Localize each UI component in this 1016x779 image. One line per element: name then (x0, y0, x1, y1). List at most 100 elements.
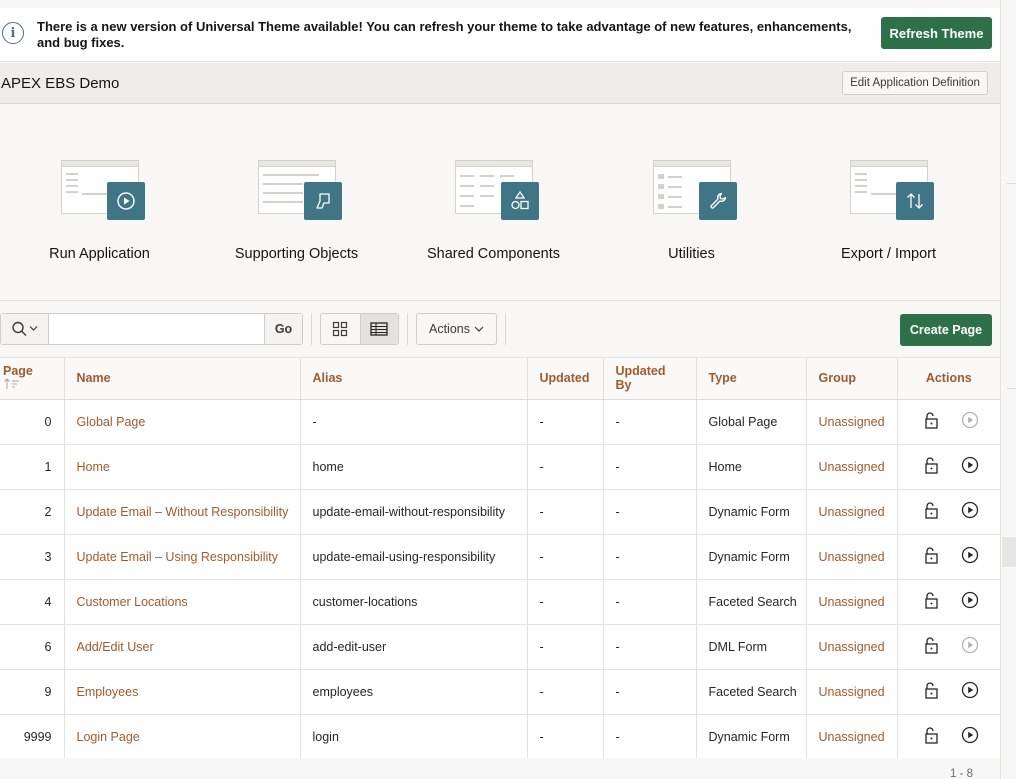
table-row: 3 Update Email – Using Responsibility upda… (0, 534, 1000, 580)
go-button[interactable]: Go (264, 314, 302, 344)
info-icon: i (2, 22, 24, 44)
cell-page: 9999 (0, 714, 65, 760)
toolbar-divider (505, 313, 506, 345)
group-link[interactable]: Unassigned (819, 595, 885, 609)
run-application-label: Run Application (49, 246, 150, 262)
group-link[interactable]: Unassigned (819, 460, 885, 474)
run-page-icon[interactable] (961, 726, 979, 747)
toolbar-divider (311, 313, 312, 345)
refresh-theme-button[interactable]: Refresh Theme (881, 17, 992, 49)
cell-group: Unassigned (806, 624, 898, 670)
unlock-icon[interactable] (922, 591, 940, 612)
cell-type: Dynamic Form (696, 534, 807, 580)
page-name-link[interactable]: Employees (77, 685, 139, 699)
cell-alias: add-edit-user (300, 624, 528, 670)
run-page-icon[interactable] (961, 681, 979, 702)
cell-type: Faceted Search (696, 669, 807, 715)
cell-actions (897, 489, 1000, 535)
cell-updated: - (527, 399, 604, 445)
unlock-icon[interactable] (922, 681, 940, 702)
column-header-updated-by[interactable]: Updated By (603, 358, 697, 400)
create-page-button[interactable]: Create Page (900, 314, 992, 346)
unlock-icon[interactable] (922, 501, 940, 522)
group-link[interactable]: Unassigned (819, 505, 885, 519)
cell-page: 3 (0, 534, 65, 580)
cell-group: Unassigned (806, 714, 898, 760)
page-name-link[interactable]: Update Email – Without Responsibility (77, 505, 289, 519)
cell-alias: update-email-using-responsibility (300, 534, 528, 580)
run-page-icon[interactable] (961, 546, 979, 567)
cell-actions (897, 714, 1000, 760)
group-link[interactable]: Unassigned (819, 415, 885, 429)
cell-name: Home (64, 444, 301, 490)
column-header-type[interactable]: Type (696, 358, 807, 400)
search-input[interactable] (50, 314, 264, 344)
cell-updated: - (527, 579, 604, 625)
cell-updated: - (527, 669, 604, 715)
app-actions-hero: Run Application Supporting Objects Share… (0, 104, 1000, 301)
page-title: APEX EBS Demo (1, 75, 120, 92)
group-link[interactable]: Unassigned (819, 685, 885, 699)
page-name-link[interactable]: Login Page (77, 730, 140, 744)
scroll-icon (304, 182, 342, 220)
actions-menu-button[interactable]: Actions (416, 313, 497, 345)
unlock-icon[interactable] (922, 636, 940, 657)
side-panel (1000, 0, 1016, 779)
page-name-link[interactable]: Customer Locations (77, 595, 188, 609)
unlock-icon[interactable] (922, 546, 940, 567)
cell-updated-by: - (603, 399, 697, 445)
page-name-link[interactable]: Add/Edit User (77, 640, 154, 654)
cell-page: 6 (0, 624, 65, 670)
cell-alias: - (300, 399, 528, 445)
table-row: 2 Update Email – Without Responsibility up… (0, 489, 1000, 535)
search-column-menu[interactable] (1, 314, 49, 344)
page-name-link[interactable]: Update Email – Using Responsibility (77, 550, 278, 564)
export-import-tile[interactable]: Export / Import (790, 104, 987, 301)
cell-actions (897, 444, 1000, 490)
table-row: 0 Global Page - - - Global Page Unassigned (0, 399, 1000, 445)
cell-type: Dynamic Form (696, 714, 807, 760)
column-header-group[interactable]: Group (806, 358, 898, 400)
shared-components-tile[interactable]: Shared Components (395, 104, 592, 301)
run-page-icon[interactable] (961, 591, 979, 612)
icon-view-button[interactable] (321, 314, 360, 344)
run-page-icon[interactable] (961, 456, 979, 477)
chevron-down-icon (474, 326, 484, 332)
group-link[interactable]: Unassigned (819, 550, 885, 564)
cell-updated-by: - (603, 534, 697, 580)
cell-updated: - (527, 444, 604, 490)
utilities-label: Utilities (668, 246, 715, 262)
report-toolbar: Go Actions Create Page (0, 301, 1000, 358)
cell-name: Update Email – Using Responsibility (64, 534, 301, 580)
page-name-link[interactable]: Home (77, 460, 110, 474)
supporting-objects-label: Supporting Objects (234, 246, 359, 262)
run-page-icon[interactable] (961, 501, 979, 522)
unlock-icon[interactable] (922, 411, 940, 432)
supporting-objects-tile[interactable]: Supporting Objects (198, 104, 395, 301)
toolbar-divider (407, 313, 408, 345)
cell-page: 4 (0, 579, 65, 625)
cell-group: Unassigned (806, 669, 898, 715)
unlock-icon[interactable] (922, 456, 940, 477)
unlock-icon[interactable] (922, 726, 940, 747)
pages-report-table: Page Name Alias Updated Updated By Type … (0, 358, 1000, 760)
group-link[interactable]: Unassigned (819, 730, 885, 744)
column-header-name[interactable]: Name (64, 358, 301, 400)
cell-type: Dynamic Form (696, 489, 807, 535)
table-row: 1 Home home - - Home Unassigned (0, 444, 1000, 490)
cell-name: Global Page (64, 399, 301, 445)
column-header-page[interactable]: Page (0, 358, 65, 400)
page-designer-app-home: i There is a new version of Universal Th… (0, 0, 1016, 779)
column-header-alias[interactable]: Alias (300, 358, 528, 400)
utilities-tile[interactable]: Utilities (593, 104, 790, 301)
edit-application-definition-button[interactable]: Edit Application Definition (842, 71, 988, 95)
column-header-actions: Actions (897, 358, 1000, 400)
report-view-button[interactable] (359, 314, 398, 344)
cell-name: Add/Edit User (64, 624, 301, 670)
table-row: 9999 Login Page login - - Dynamic Form Unassig… (0, 714, 1000, 760)
group-link[interactable]: Unassigned (819, 640, 885, 654)
page-name-link[interactable]: Global Page (77, 415, 146, 429)
cell-name: Update Email – Without Responsibility (64, 489, 301, 535)
column-header-updated[interactable]: Updated (527, 358, 604, 400)
run-application-tile[interactable]: Run Application (1, 104, 198, 301)
